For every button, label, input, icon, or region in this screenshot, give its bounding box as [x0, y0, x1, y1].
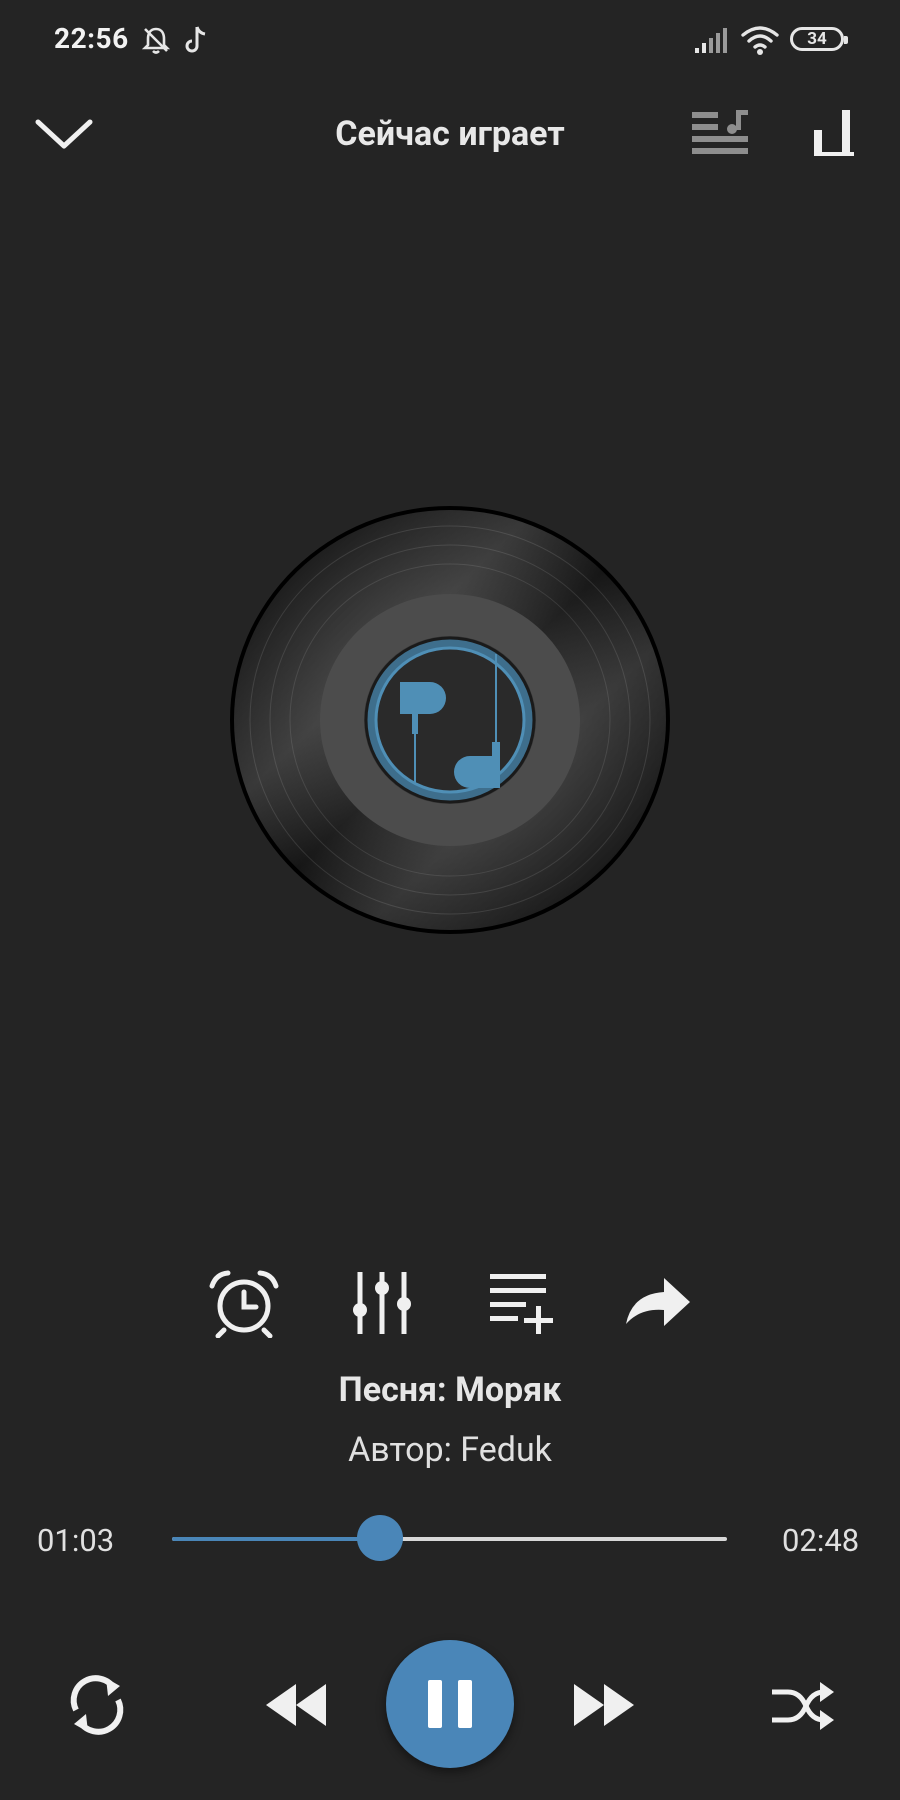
elapsed-time: 01:03	[37, 1522, 115, 1559]
status-time: 22:56	[54, 22, 129, 55]
progress-bar[interactable]	[172, 1515, 727, 1561]
equalizer-sliders-icon[interactable]	[342, 1268, 422, 1338]
signal-icon	[695, 28, 727, 53]
add-to-playlist-icon[interactable]	[480, 1268, 560, 1338]
repeat-icon[interactable]	[64, 1672, 130, 1738]
battery-level: 34	[807, 29, 827, 49]
rewind-icon[interactable]	[264, 1682, 328, 1728]
status-bar: 22:56 34	[0, 0, 900, 80]
wifi-icon	[741, 26, 779, 55]
muted-bell-icon	[141, 27, 171, 54]
page-title: Сейчас играет	[335, 114, 565, 154]
song-author: Автор: Feduk	[348, 1430, 552, 1470]
equalizer-bars-icon[interactable]	[812, 108, 856, 160]
actions-row	[0, 1268, 900, 1348]
battery-icon: 34	[790, 27, 848, 51]
total-time: 02:48	[782, 1522, 860, 1559]
pause-button[interactable]	[386, 1640, 514, 1768]
playlist-icon[interactable]	[690, 108, 750, 160]
vinyl-record	[230, 506, 670, 934]
song-title: Песня: Моряк	[338, 1370, 562, 1410]
toolbar: Сейчас играет	[0, 90, 900, 180]
shuffle-icon[interactable]	[770, 1680, 836, 1732]
alarm-clock-icon[interactable]	[204, 1268, 284, 1338]
tiktok-icon	[185, 26, 206, 53]
now-playing-screen: 22:56 34 Сейчас играет Песня: Моряк Авто…	[0, 0, 900, 1800]
share-icon[interactable]	[618, 1268, 698, 1338]
fast-forward-icon[interactable]	[572, 1682, 636, 1728]
album-art-disc	[230, 506, 670, 934]
progress-thumb[interactable]	[357, 1515, 404, 1561]
progress-fill	[172, 1537, 381, 1541]
pause-icon	[428, 1680, 472, 1728]
